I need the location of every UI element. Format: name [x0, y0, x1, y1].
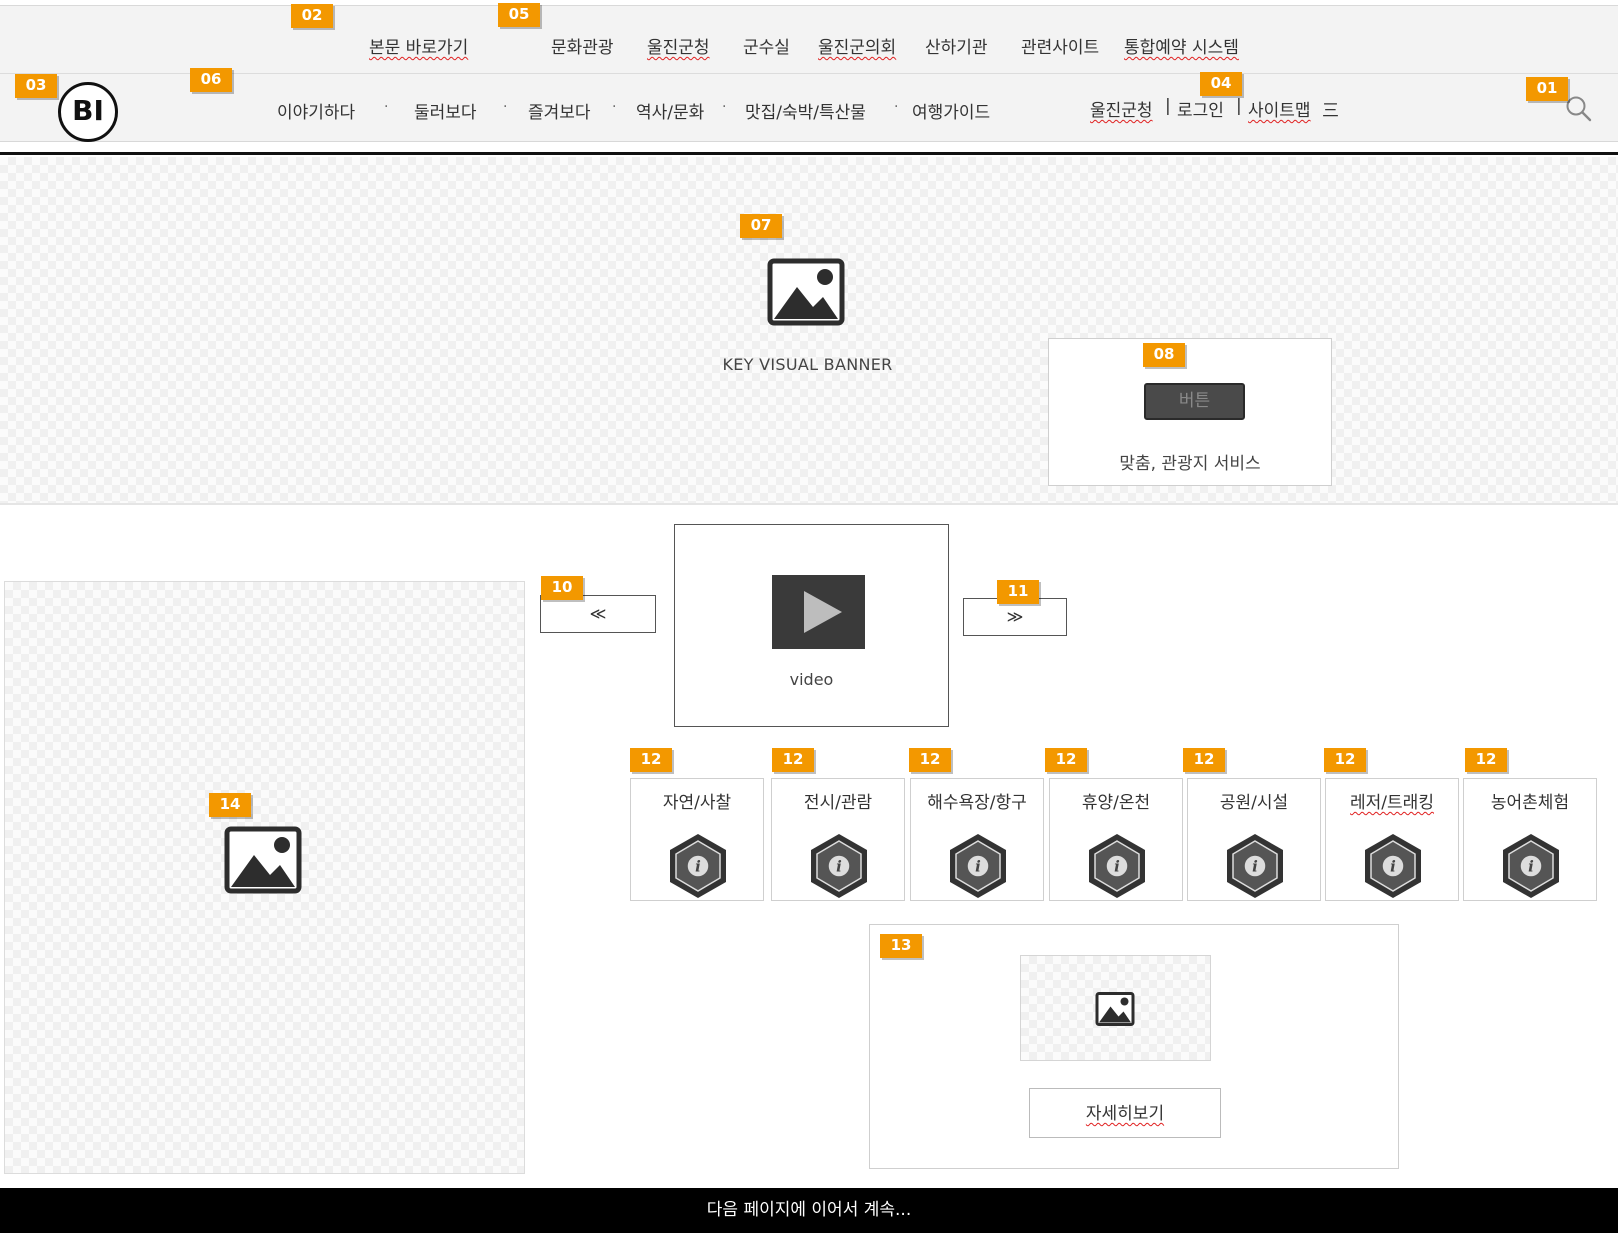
svg-text:i: i [1390, 858, 1396, 876]
image-placeholder-icon [224, 826, 302, 894]
annotation-badge: 12 [1183, 748, 1225, 772]
service-caption: 맞춤, 관광지 서비스 [1119, 454, 1261, 474]
annotation-badge: 12 [909, 748, 951, 772]
view-details-label: 자세히보기 [1085, 1104, 1165, 1124]
svg-text:i: i [1114, 858, 1120, 876]
search-icon[interactable] [1564, 94, 1594, 124]
annotation-badge: 01 [1526, 77, 1568, 101]
category-tile-exhibition[interactable]: 전시/관람 i [771, 778, 905, 901]
key-visual-label: KEY VISUAL BANNER [722, 355, 893, 374]
view-details-button[interactable]: 자세히보기 [1029, 1088, 1221, 1138]
site-logo[interactable]: BI [58, 82, 118, 142]
top-link-reservation-system[interactable]: 통합예약 시스템 [1124, 33, 1239, 58]
nav-item-travel-guide[interactable]: 여행가이드 [912, 98, 990, 123]
annotation-badge: 05 [498, 3, 540, 27]
annotation-badge: 11 [997, 580, 1039, 604]
main-nav-bar: BI 이야기하다 · 둘러보다 · 즐겨보다 · 역사/문화 · 맛집/숙박/특… [0, 74, 1618, 142]
annotation-badge: 12 [1045, 748, 1087, 772]
video-player[interactable]: video [674, 524, 949, 727]
nav-separator: · [894, 99, 899, 115]
category-tile-leisure-trekking[interactable]: 레저/트래킹 i [1325, 778, 1459, 901]
annotation-badge: 12 [772, 748, 814, 772]
category-tile-resort-hotspring[interactable]: 휴양/온천 i [1049, 778, 1183, 901]
skip-to-content-link[interactable]: 본문 바로가기 [369, 33, 468, 58]
category-label: 휴양/온천 [1081, 793, 1151, 813]
svg-text:i: i [975, 858, 981, 876]
util-county-office-link[interactable]: 울진군청 [1090, 96, 1153, 121]
annotation-badge: 12 [1465, 748, 1507, 772]
key-visual-banner[interactable]: KEY VISUAL BANNER [0, 157, 1618, 505]
annotation-badge: 06 [190, 68, 232, 92]
nav-item-history-culture[interactable]: 역사/문화 [636, 98, 704, 123]
annotation-badge: 03 [15, 74, 57, 98]
info-hexagon-icon: i [1227, 834, 1283, 898]
category-tile-beach-port[interactable]: 해수욕장/항구 i [910, 778, 1044, 901]
featured-image [1020, 955, 1211, 1061]
top-link-county-council[interactable]: 울진군의회 [818, 33, 896, 58]
info-hexagon-icon: i [1089, 834, 1145, 898]
prev-slide-button[interactable]: ≪ [540, 595, 656, 633]
play-icon[interactable] [772, 575, 865, 649]
info-hexagon-icon: i [670, 834, 726, 898]
annotation-badge: 08 [1143, 343, 1185, 367]
category-label: 해수욕장/항구 [927, 793, 1027, 813]
image-placeholder-icon [767, 258, 845, 326]
info-hexagon-icon: i [811, 834, 867, 898]
category-label: 공원/시설 [1219, 793, 1289, 813]
annotation-badge: 12 [630, 748, 672, 772]
featured-info-panel: 자세히보기 [869, 924, 1399, 1169]
nav-item-food-stay-products[interactable]: 맛집/숙박/특산물 [745, 98, 866, 123]
nav-item-explore[interactable]: 둘러보다 [414, 98, 477, 123]
category-label: 자연/사찰 [662, 793, 732, 813]
video-label: video [789, 670, 834, 689]
top-link-bar: 본문 바로가기 문화관광 울진군청 군수실 울진군의회 산하기관 관련사이트 통… [0, 5, 1618, 74]
annotation-badge: 14 [209, 793, 251, 817]
nav-item-enjoy[interactable]: 즐겨보다 [528, 98, 591, 123]
svg-text:i: i [1528, 858, 1534, 876]
header-divider [0, 152, 1618, 155]
top-link-related-sites[interactable]: 관련사이트 [1021, 33, 1099, 58]
info-hexagon-icon: i [950, 834, 1006, 898]
category-label: 전시/관람 [803, 793, 873, 813]
annotation-badge: 02 [291, 4, 333, 28]
top-link-county-office[interactable]: 울진군청 [647, 33, 710, 58]
svg-text:i: i [836, 858, 842, 876]
info-hexagon-icon: i [1503, 834, 1559, 898]
util-separator: | [1165, 96, 1171, 116]
sitemap-link[interactable]: 사이트맵 [1248, 96, 1311, 121]
info-hexagon-icon: i [1365, 834, 1421, 898]
category-tile-nature-temple[interactable]: 자연/사찰 i [630, 778, 764, 901]
hamburger-menu-icon[interactable]: 三 [1322, 96, 1339, 121]
service-button[interactable]: 버튼 [1144, 383, 1245, 420]
svg-text:i: i [695, 858, 701, 876]
category-tile-park-facility[interactable]: 공원/시설 i [1187, 778, 1321, 901]
annotation-badge: 13 [880, 934, 922, 958]
nav-separator: · [722, 99, 727, 115]
nav-separator: · [503, 99, 508, 115]
top-link-mayor-office[interactable]: 군수실 [743, 33, 790, 58]
continued-banner: 다음 페이지에 이어서 계속... [0, 1188, 1618, 1233]
top-link-culture-tourism[interactable]: 문화관광 [551, 33, 614, 58]
image-placeholder-icon [1095, 992, 1135, 1026]
nav-separator: · [612, 99, 617, 115]
annotation-badge: 04 [1200, 72, 1242, 96]
annotation-badge: 12 [1324, 748, 1366, 772]
svg-text:i: i [1252, 858, 1258, 876]
nav-item-story[interactable]: 이야기하다 [277, 98, 355, 123]
annotation-badge: 07 [740, 214, 782, 238]
nav-separator: · [384, 99, 389, 115]
annotation-badge: 10 [541, 576, 583, 600]
side-image-placeholder [4, 581, 525, 1174]
category-tile-farm-fishing-experience[interactable]: 농어촌체험 i [1463, 778, 1597, 901]
custom-service-panel: 버튼 맞춤, 관광지 서비스 [1048, 338, 1332, 486]
login-link[interactable]: 로그인 [1177, 96, 1224, 121]
category-label: 레저/트래킹 [1350, 793, 1434, 813]
category-label: 농어촌체험 [1490, 793, 1570, 813]
util-separator: | [1236, 96, 1242, 116]
top-link-affiliated-orgs[interactable]: 산하기관 [925, 33, 988, 58]
